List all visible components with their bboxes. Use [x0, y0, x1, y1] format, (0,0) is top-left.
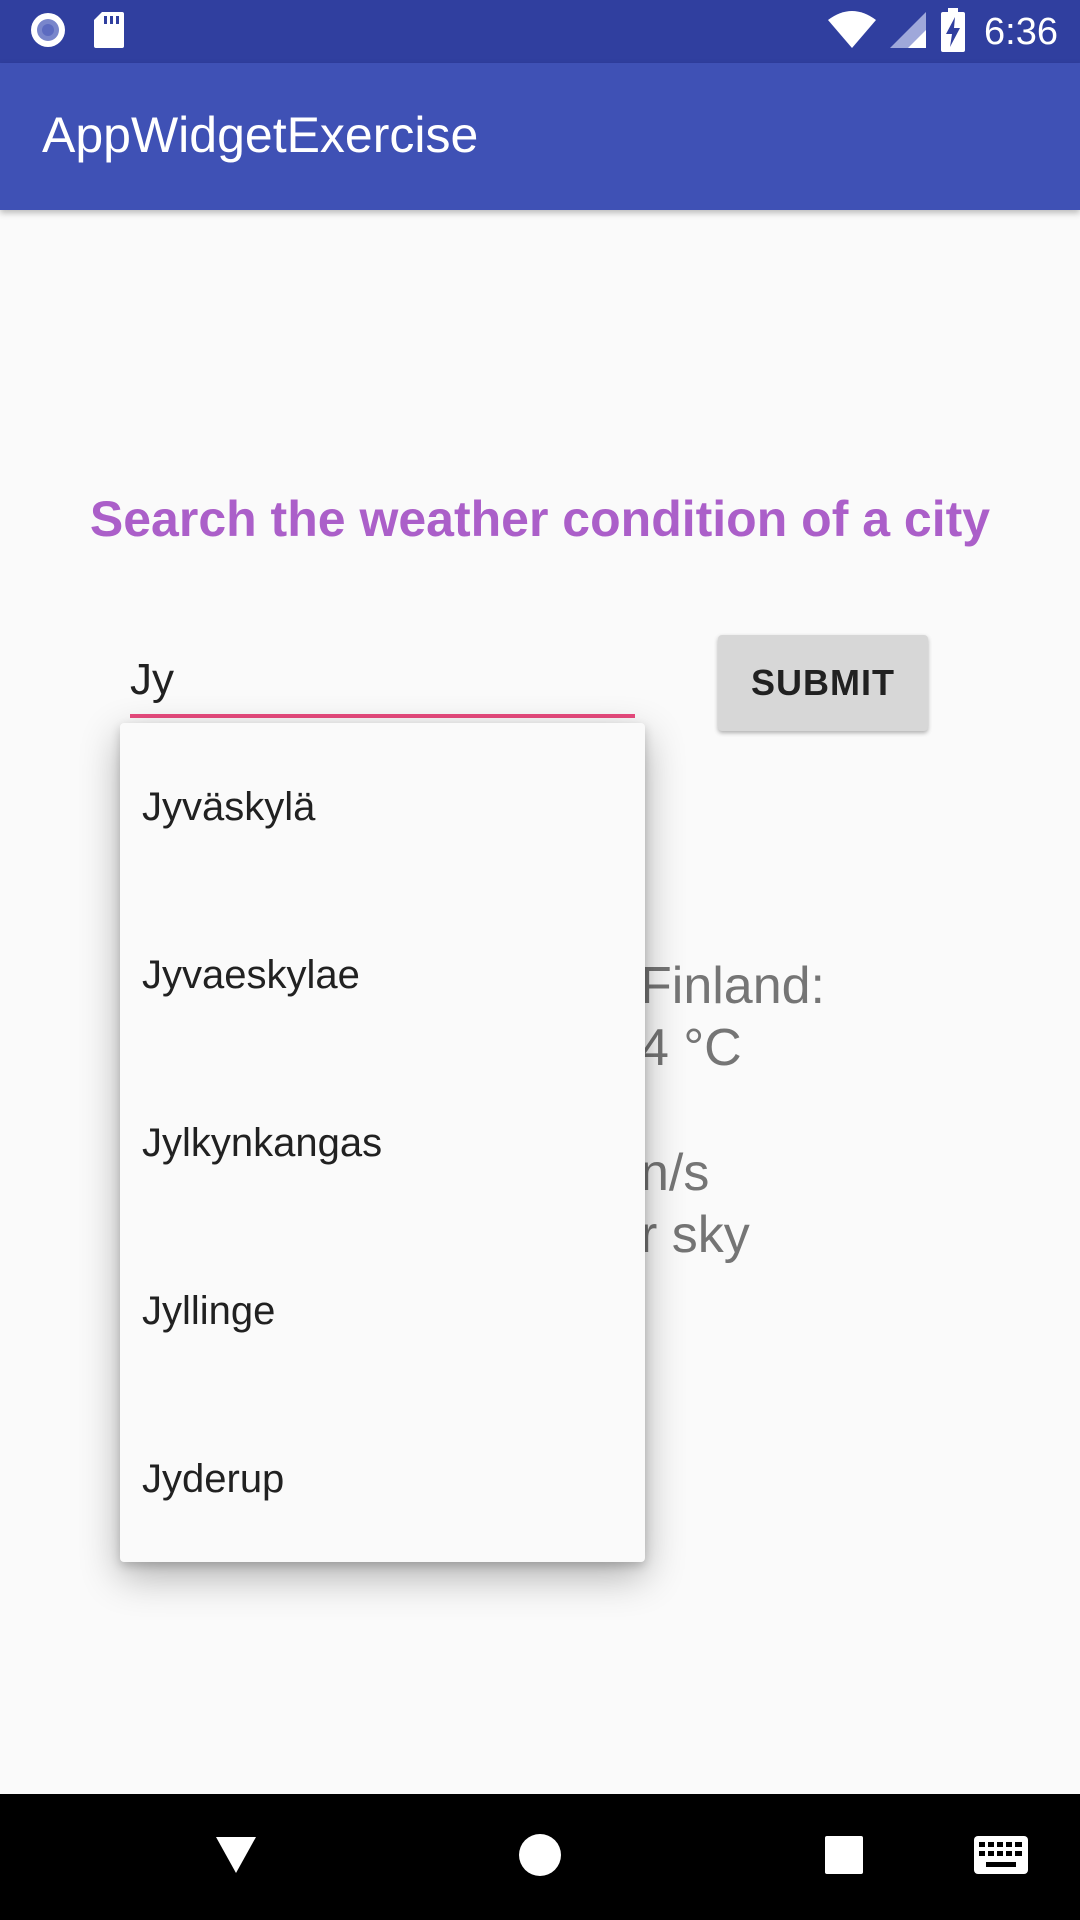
dropdown-item[interactable]: Jyderup	[120, 1395, 645, 1563]
keyboard-button[interactable]	[941, 1794, 1061, 1920]
autocomplete-dropdown: Jyväskylä Jyvaeskylae Jylkynkangas Jylli…	[120, 723, 645, 1562]
status-bar: 6:36	[0, 0, 1080, 63]
weather-result-line: 4 °C	[640, 1019, 742, 1077]
notification-dot-icon	[28, 10, 68, 55]
input-underline	[130, 714, 635, 718]
app-bar: AppWidgetExercise	[0, 63, 1080, 210]
weather-result-line: Finland:	[640, 957, 825, 1015]
weather-result-line: n/s	[640, 1144, 710, 1202]
recents-button[interactable]	[784, 1794, 904, 1920]
submit-button[interactable]: SUBMIT	[718, 635, 928, 731]
cell-signal-icon	[888, 10, 928, 55]
back-icon	[214, 1835, 258, 1880]
page-headline: Search the weather condition of a city	[89, 491, 991, 547]
home-button[interactable]	[480, 1794, 600, 1920]
city-search-input[interactable]	[130, 650, 635, 710]
dropdown-item[interactable]: Jyllinge	[120, 1227, 645, 1395]
status-left-icons	[28, 10, 126, 55]
status-time: 6:36	[984, 10, 1058, 53]
dropdown-item[interactable]: Jyvaeskylae	[120, 891, 645, 1059]
app-title: AppWidgetExercise	[42, 107, 479, 163]
app-screen: 6:36 AppWidgetExercise Search the weathe…	[0, 0, 1080, 1920]
battery-charging-icon	[940, 7, 966, 57]
wifi-icon	[828, 10, 877, 55]
dropdown-item[interactable]: Jylkynkangas	[120, 1059, 645, 1227]
navigation-bar	[0, 1794, 1080, 1920]
back-button[interactable]	[176, 1794, 296, 1920]
sd-card-icon	[92, 10, 126, 55]
status-right-icons: 6:36	[828, 7, 1058, 57]
home-icon	[518, 1833, 562, 1882]
recents-icon	[824, 1835, 864, 1880]
keyboard-icon	[974, 1835, 1028, 1879]
weather-result-line: r sky	[640, 1206, 750, 1264]
dropdown-item[interactable]: Jyväskylä	[120, 723, 645, 891]
